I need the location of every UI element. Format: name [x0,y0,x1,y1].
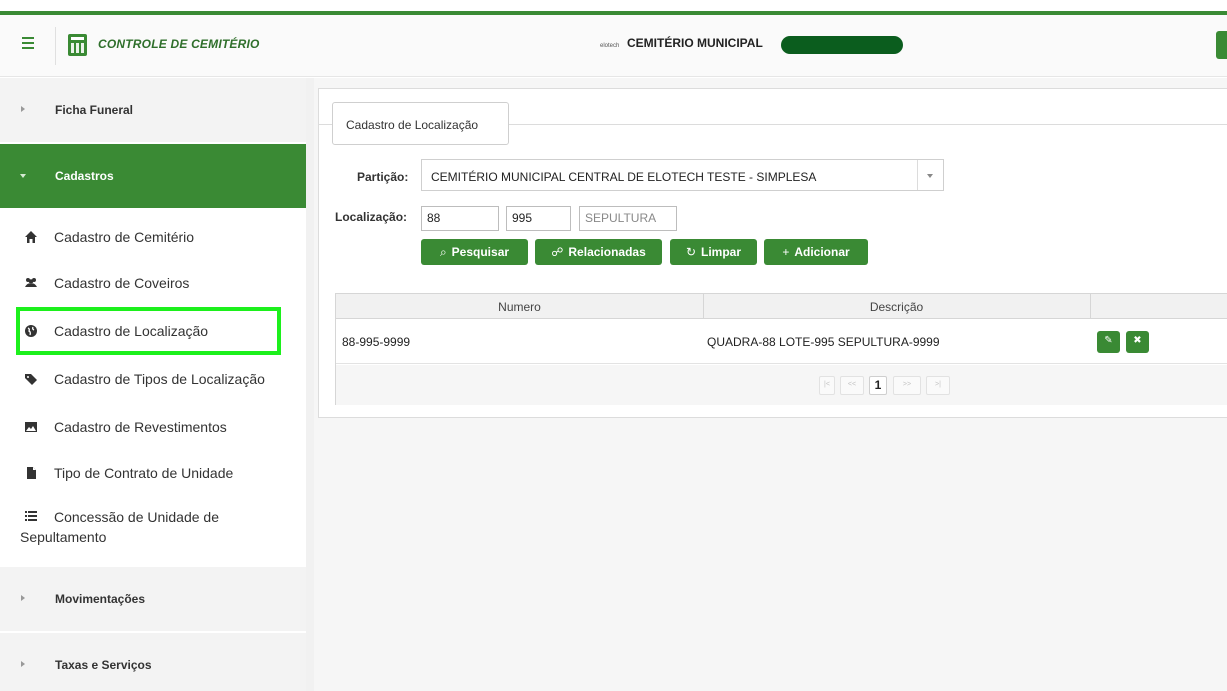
redacted-text [781,36,903,54]
tipo-input[interactable]: SEPULTURA [579,206,677,231]
users-icon [25,278,37,287]
last-page-button[interactable]: >| [926,376,950,395]
pagination: |< << 1 >> >| [336,365,1227,405]
button-label: Pesquisar [451,245,510,259]
button-label: Limpar [701,245,742,259]
top-stripe [0,0,1227,15]
column-divider [1090,294,1091,319]
sidebar-item-tipo-contrato[interactable]: Tipo de Contrato de Unidade [0,450,306,496]
home-icon [25,231,37,243]
link-icon: ☍ [551,245,564,259]
first-page-button[interactable]: |< [819,376,835,395]
cell-numero: 88-995-9999 [342,335,411,349]
column-header-numero[interactable]: Numero [336,300,703,314]
org-logo-text: elotech [600,43,620,49]
app-header: CONTROLE DE CEMITÉRIO elotech CEMITÉRIO … [0,15,1227,77]
quadra-input[interactable]: 88 [421,206,499,231]
sidebar-item-concessao-unidade[interactable]: Concessão de Unidade de Sepultamento [0,498,306,564]
sidebar-item-cadastro-cemiterio[interactable]: Cadastro de Cemitério [0,214,306,260]
app-title: CONTROLE DE CEMITÉRIO [98,37,260,51]
sidebar-item-label: Cadastro de Coveiros [54,275,190,291]
prev-page-button[interactable]: << [840,376,864,395]
section-label: Movimentações [55,592,146,606]
fieldset-border [509,124,1227,125]
refresh-icon: ↻ [685,245,697,259]
adicionar-button[interactable]: + Adicionar [764,239,868,265]
sidebar-item-label: Concessão de Unidade de [54,509,220,525]
selection-highlight [16,307,281,355]
particao-label: Partição: [357,170,409,184]
file-icon [27,467,36,479]
pencil-icon: ✎ [1104,335,1113,346]
sidebar-item-label: Cadastro de Revestimentos [54,419,227,435]
sidebar-section-ficha-funeral[interactable]: Ficha Funeral [0,78,306,142]
sidebar-item-label: Tipo de Contrato de Unidade [54,465,234,481]
cell-descricao: QUADRA-88 LOTE-995 SEPULTURA-9999 [707,335,940,349]
relacionadas-button[interactable]: ☍ Relacionadas [535,239,662,265]
table-header: Numero Descrição [336,294,1227,319]
sidebar: Ficha Funeral Cadastros Cadastro de Cemi… [0,78,306,691]
delete-button[interactable]: ✖ [1126,331,1149,353]
image-icon [25,422,37,432]
list-icon [25,511,37,521]
caret-right-icon [21,661,25,667]
fieldset-border [318,124,332,125]
sidebar-item-cadastro-coveiros[interactable]: Cadastro de Coveiros [0,260,306,306]
sidebar-section-movimentacoes[interactable]: Movimentações [0,567,306,631]
org-name: CEMITÉRIO MUNICIPAL [627,36,763,50]
column-header-descricao[interactable]: Descrição [703,300,1090,314]
section-label: Ficha Funeral [55,103,134,117]
trash-icon: ✖ [1133,335,1142,346]
sidebar-section-cadastros[interactable]: Cadastros [0,144,306,208]
limpar-button[interactable]: ↻ Limpar [670,239,757,265]
localizacao-label: Localização: [335,210,408,224]
edit-button[interactable]: ✎ [1097,331,1120,353]
table-row[interactable]: 88-995-9999 QUADRA-88 LOTE-995 SEPULTURA… [336,320,1227,364]
sidebar-item-tipos-localizacao[interactable]: Cadastro de Tipos de Localização [0,356,306,402]
next-page-button[interactable]: >> [893,376,921,395]
header-divider [55,27,56,65]
header-action-button[interactable] [1216,31,1227,59]
sidebar-item-label-continued: Sepultamento [20,529,107,545]
particao-select[interactable]: CEMITÉRIO MUNICIPAL CENTRAL DE ELOTECH T… [421,159,944,191]
sidebar-item-revestimentos[interactable]: Cadastro de Revestimentos [0,404,306,450]
plus-icon: + [782,245,790,259]
results-table: Numero Descrição 88-995-9999 QUADRA-88 L… [335,293,1227,405]
tag-icon [25,374,37,385]
sidebar-item-label: Cadastro de Tipos de Localização [54,371,265,387]
current-page[interactable]: 1 [869,376,887,395]
lote-input[interactable]: 995 [506,206,571,231]
menu-icon[interactable] [22,37,36,51]
caret-right-icon [21,106,25,112]
caret-right-icon [21,595,25,601]
chevron-down-icon[interactable] [917,160,943,190]
search-icon: ⌕ [439,245,447,259]
button-label: Adicionar [794,245,850,259]
calculator-icon [68,34,87,56]
section-label: Taxas e Serviços [55,658,152,672]
fieldset-legend: Cadastro de Localização [332,102,509,145]
sidebar-divider [306,78,314,691]
section-label: Cadastros [55,169,114,183]
button-label: Relacionadas [568,245,646,259]
sidebar-section-taxas-servicos[interactable]: Taxas e Serviços [0,633,306,691]
caret-down-icon [20,174,26,178]
pesquisar-button[interactable]: ⌕ Pesquisar [421,239,528,265]
sidebar-item-label: Cadastro de Cemitério [54,229,195,245]
particao-selected-value: CEMITÉRIO MUNICIPAL CENTRAL DE ELOTECH T… [431,170,817,184]
